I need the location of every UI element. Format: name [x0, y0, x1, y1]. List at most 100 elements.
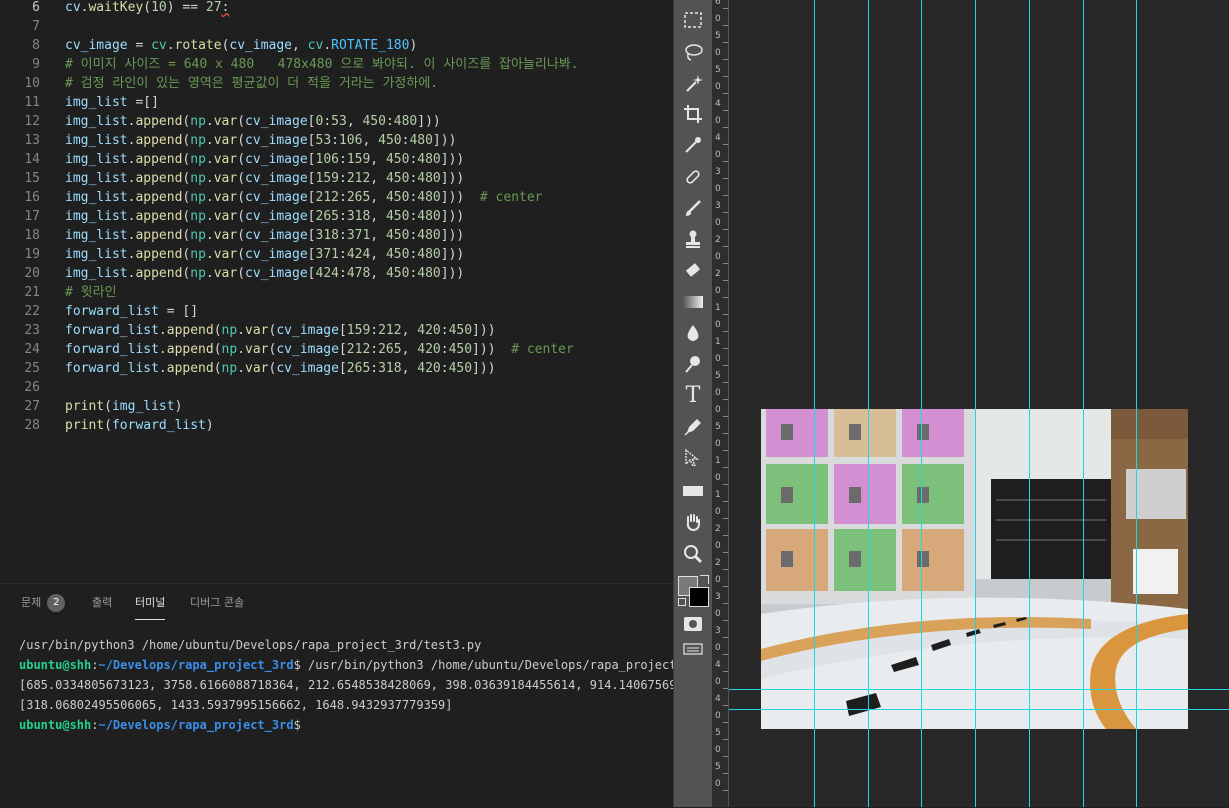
marquee-tool-icon[interactable]	[678, 6, 708, 34]
code-line[interactable]: 27 print(img_list)	[0, 397, 673, 416]
vertical-guide[interactable]	[814, 0, 815, 807]
horizontal-guide[interactable]	[729, 689, 1229, 690]
code-token: (	[213, 323, 222, 338]
brush-tool-icon[interactable]	[678, 194, 708, 222]
code-token: 420	[417, 342, 441, 357]
code-token: img_list	[111, 399, 175, 414]
tab-problems[interactable]: 문제 2	[21, 594, 66, 618]
code-line[interactable]: 17 img_list.append(np.var(cv_image[265:31…	[0, 207, 673, 226]
path-selection-tool-icon[interactable]	[678, 444, 708, 472]
code-line[interactable]: 23 forward_list.append(np.var(cv_image[15…	[0, 321, 673, 340]
line-number: 14	[24, 152, 40, 167]
code-line[interactable]: 24 forward_list.append(np.var(cv_image[21…	[0, 340, 673, 359]
default-colors-icon[interactable]	[678, 598, 686, 606]
code-token: var	[213, 228, 238, 243]
terminal-line-command: /usr/bin/python3 /home/ubuntu/Develops/r…	[19, 638, 482, 652]
eyedropper-tool-icon[interactable]	[678, 131, 708, 159]
code-line[interactable]: 12 img_list.append(np.var(cv_image[0:53, …	[0, 112, 673, 131]
crop-tool-icon[interactable]	[678, 100, 708, 128]
code-line[interactable]: 10 # 검정 라인이 있는 영역은 평균값이 더 적을 거라는 가정하에.	[0, 74, 673, 93]
code-content: img_list.append(np.var(cv_image[212:265,…	[65, 188, 543, 207]
code-line[interactable]: 13 img_list.append(np.var(cv_image[53:106…	[0, 131, 673, 150]
zoom-tool-icon[interactable]	[678, 540, 708, 568]
code-line[interactable]: 25 forward_list.append(np.var(cv_image[26…	[0, 359, 673, 378]
healing-brush-tool-icon[interactable]	[678, 163, 708, 191]
code-token: .	[166, 38, 175, 53]
vertical-guide[interactable]	[868, 0, 869, 807]
code-token: # center	[479, 190, 543, 205]
ruler-tick-label: 6	[715, 0, 721, 7]
tab-debug-console[interactable]: 디버그 콘솔	[190, 595, 244, 619]
blur-tool-icon[interactable]	[678, 319, 708, 347]
swap-colors-icon[interactable]	[700, 575, 709, 584]
code-token: ,	[401, 342, 418, 357]
code-line[interactable]: 22 forward_list = []	[0, 302, 673, 321]
code-token: ]))	[440, 228, 465, 243]
hand-tool-icon[interactable]	[678, 508, 708, 536]
code-line[interactable]: 21 # 윗라인	[0, 283, 673, 302]
code-line[interactable]: 20 img_list.append(np.var(cv_image[424:47…	[0, 264, 673, 283]
code-token: [	[307, 152, 316, 167]
code-line[interactable]: 9 # 이미지 사이즈 = 640 x 480 478x480 으로 봐야되. 이…	[0, 55, 673, 74]
tab-terminal[interactable]: 터미널	[135, 595, 166, 620]
tab-problems-label: 문제	[21, 596, 42, 609]
code-token: cv_image	[276, 361, 339, 376]
vertical-guide[interactable]	[921, 0, 922, 807]
horizontal-guide[interactable]	[729, 709, 1229, 710]
dodge-tool-icon[interactable]	[678, 350, 708, 378]
code-content: forward_list = []	[65, 302, 198, 321]
code-token: 318	[315, 228, 339, 243]
tab-output[interactable]: 출력	[92, 595, 112, 619]
pen-tool-icon[interactable]	[678, 413, 708, 441]
code-line[interactable]: 15 img_list.append(np.var(cv_image[159:21…	[0, 169, 673, 188]
code-token: np	[190, 152, 206, 167]
line-number: 10	[24, 76, 40, 91]
eraser-tool-icon[interactable]	[678, 256, 708, 284]
vertical-ruler[interactable]: 6050504040303020201010500501010202030304…	[712, 0, 729, 807]
code-token: = []	[158, 304, 199, 319]
code-line[interactable]: 26	[0, 378, 673, 397]
vertical-guide[interactable]	[975, 0, 976, 807]
type-tool-icon[interactable]: T	[678, 381, 708, 409]
quick-mask-icon[interactable]	[678, 610, 708, 638]
screen-mode-icon[interactable]	[678, 635, 708, 663]
code-token: np	[221, 342, 238, 357]
terminal-line-prompt[interactable]: ubuntu@shh:~/Develops/rapa_project_3rd$	[19, 715, 301, 735]
gradient-tool-icon[interactable]	[678, 288, 708, 316]
vertical-guide[interactable]	[1029, 0, 1030, 807]
vertical-guide[interactable]	[1083, 0, 1084, 807]
code-line[interactable]: 14 img_list.append(np.var(cv_image[106:15…	[0, 150, 673, 169]
code-token: 450	[385, 171, 410, 186]
code-token: # center	[511, 342, 574, 357]
code-token: append	[135, 133, 183, 148]
rectangle-tool-icon[interactable]	[678, 477, 708, 505]
code-token: var	[213, 209, 238, 224]
code-token: 106	[338, 133, 363, 148]
code-token: ,	[370, 266, 386, 281]
code-line[interactable]: 18 img_list.append(np.var(cv_image[318:37…	[0, 226, 673, 245]
code-token: .	[158, 342, 167, 357]
code-token: print	[65, 399, 105, 414]
magic-wand-tool-icon[interactable]	[678, 69, 708, 97]
code-token: np	[190, 266, 206, 281]
clone-stamp-tool-icon[interactable]	[678, 225, 708, 253]
code-line[interactable]: 19 img_list.append(np.var(cv_image[371:42…	[0, 245, 673, 264]
code-token: append	[135, 171, 183, 186]
background-color-swatch[interactable]	[689, 587, 709, 607]
ruler-tick-label: 0	[715, 150, 721, 160]
vertical-guide[interactable]	[1136, 0, 1137, 807]
code-line[interactable]: 6 cv.waitKey(10) == 27:	[0, 0, 673, 17]
code-editor[interactable]: 6 cv.waitKey(10) == 27: 7 8 cv_image = cv.ro…	[0, 0, 673, 583]
code-line[interactable]: 7	[0, 17, 673, 36]
code-token: 450	[385, 190, 410, 205]
code-line[interactable]: 11 img_list =[]	[0, 93, 673, 112]
code-token: 27	[205, 0, 222, 15]
code-token: img_list	[65, 95, 128, 110]
code-token: var	[245, 342, 269, 357]
lasso-tool-icon[interactable]	[678, 38, 708, 66]
code-line[interactable]: 16 img_list.append(np.var(cv_image[212:26…	[0, 188, 673, 207]
code-token: 480	[409, 133, 433, 148]
code-line[interactable]: 28 print(forward_list)	[0, 416, 673, 435]
code-token: ]))	[432, 133, 457, 148]
code-line[interactable]: 8 cv_image = cv.rotate(cv_image, cv.ROTAT…	[0, 36, 673, 55]
